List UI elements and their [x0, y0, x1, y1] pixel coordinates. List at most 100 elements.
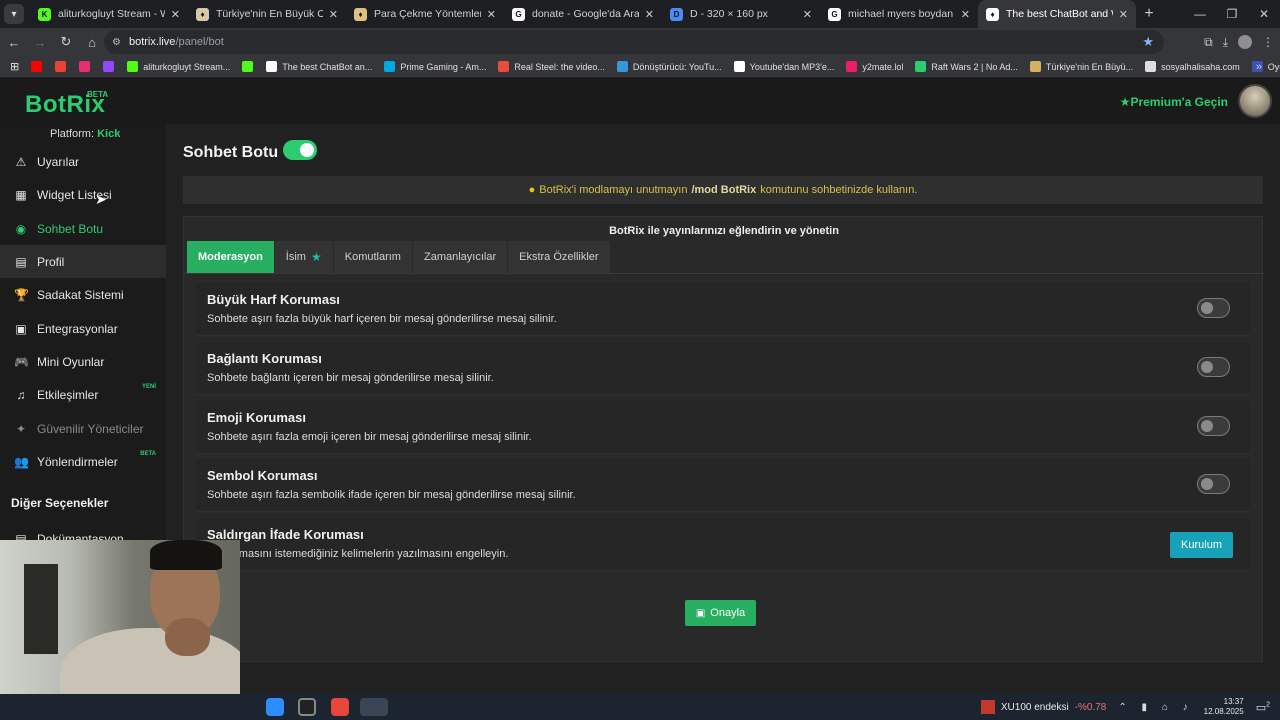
link-protection-toggle[interactable] [1197, 357, 1230, 377]
sidebar-item-redirects[interactable]: 👥 Yönlendirmeler BETA [0, 445, 166, 478]
minimize-button[interactable]: — [1184, 0, 1216, 28]
close-tab-icon[interactable]: ✕ [487, 8, 496, 21]
close-tab-icon[interactable]: ✕ [171, 8, 180, 21]
bookmark-item[interactable]: The best ChatBot an... [266, 61, 372, 72]
close-tab-icon[interactable]: ✕ [803, 8, 812, 21]
menu-icon[interactable]: ⋮ [1262, 35, 1274, 49]
close-window-button[interactable]: ✕ [1248, 0, 1280, 28]
sidebar-item-profile[interactable]: ▤ Profil [0, 245, 166, 278]
sidebar-item-mini-games[interactable]: 🎮 Mini Oyunlar [0, 345, 166, 378]
sidebar-item-loyalty[interactable]: 🏆 Sadakat Sistemi [0, 278, 166, 311]
sidebar-item-trusted-managers[interactable]: ✦ Güvenilir Yöneticiler [0, 412, 166, 445]
emoji-protection-toggle[interactable] [1197, 416, 1230, 436]
stock-name[interactable]: XU100 endeksi [1001, 702, 1069, 713]
mini-games-icon: 🎮 [14, 354, 29, 369]
tab-extra-features[interactable]: Ekstra Özellikler [508, 241, 610, 273]
app-header: BotRix BETA ★Premium'a Geçin [0, 78, 1280, 124]
trusted-managers-icon: ✦ [15, 421, 27, 436]
back-button[interactable]: ← [2, 35, 26, 50]
bookmark-item[interactable]: sosyalhalisaha.com [1145, 61, 1240, 72]
bookmark-label: Raft Wars 2 | No Ad... [931, 61, 1018, 72]
tab-moderation[interactable]: Moderasyon [187, 241, 274, 273]
address-bar[interactable]: ⚙ botrix.live/panel/bot ★ [104, 30, 1164, 54]
more-bookmarks-icon[interactable]: » [1256, 61, 1262, 73]
symbol-protection-toggle[interactable] [1197, 474, 1230, 494]
approve-button[interactable]: ▣ Onayla [685, 600, 756, 626]
link-protection-row: Bağlantı Koruması Sohbete bağlantı içere… [196, 342, 1250, 395]
bookmark-item[interactable]: Youtube'dan MP3'e... [733, 61, 834, 72]
bookmark-item[interactable]: Raft Wars 2 | No Ad... [915, 61, 1018, 72]
notification-icon[interactable]: ▭2 [1256, 701, 1270, 714]
close-tab-icon[interactable]: ✕ [645, 8, 654, 21]
home-icon[interactable]: ⌂ [80, 35, 104, 50]
apps-icon[interactable]: ⊞ [10, 60, 19, 73]
profile-avatar[interactable] [1238, 35, 1252, 49]
bookmark-favicon-icon [266, 61, 278, 72]
row-title: Sembol Koruması [207, 468, 318, 483]
bookmark-item[interactable] [55, 61, 71, 72]
mod-alert: ● BotRix'i modlamayı unutmayın /mod BotR… [183, 176, 1263, 204]
browser-tab[interactable]: Gdonate - Google'da Ara ✕ [504, 0, 662, 28]
bookmark-item[interactable]: Real Steel: the video... [498, 61, 605, 72]
bookmark-item[interactable]: Prime Gaming - Am... [384, 61, 486, 72]
taskbar-chrome-active-icon[interactable] [360, 698, 388, 716]
new-tab-button[interactable]: + [1136, 0, 1162, 28]
close-tab-icon[interactable]: ✕ [1119, 8, 1128, 21]
close-tab-icon[interactable]: ✕ [961, 8, 970, 21]
row-description: Sohbete aşırı fazla emoji içeren bir mes… [207, 431, 532, 443]
bookmark-item[interactable]: Türkiye'nin En Büyü... [1029, 61, 1133, 72]
tab-search-button[interactable]: ▾ [4, 4, 24, 24]
bookmark-favicon-icon [127, 61, 139, 72]
tab-favicon-icon: ♦ [196, 7, 209, 21]
bookmark-label: Oyuncular | Aternos... [1267, 61, 1280, 72]
panel-title: BotRix ile yayınlarınızı eğlendirin ve y… [609, 225, 839, 237]
bookmark-item[interactable]: Dönüştürücü: YouTu... [616, 61, 722, 72]
chat-bot-toggle[interactable] [283, 140, 317, 160]
row-title: Büyük Harf Koruması [207, 292, 340, 307]
offensive-protection-row: Saldırgan İfade Koruması e yazılmasını i… [196, 518, 1250, 571]
bookmark-item[interactable]: aliturkogluyt Stream... [127, 61, 230, 72]
close-tab-icon[interactable]: ✕ [329, 8, 338, 21]
clock[interactable]: 13:37 12.08.2025 [1204, 697, 1244, 717]
tab-commands[interactable]: Komutlarım [333, 241, 412, 273]
bookmark-item[interactable] [103, 61, 119, 72]
window-controls: — ❐ ✕ [1184, 0, 1280, 28]
redirects-icon: 👥 [14, 454, 29, 469]
site-info-icon[interactable]: ⚙ [112, 37, 121, 48]
caps-protection-toggle[interactable] [1197, 298, 1230, 318]
browser-tab[interactable]: Gmichael myers boydan - Googl ✕ [820, 0, 978, 28]
moderation-panel: BotRix ile yayınlarınızı eğlendirin ve y… [183, 216, 1264, 662]
browser-tab[interactable]: Kaliturkogluyt Stream - Watch Li ✕ [30, 0, 188, 28]
sidebar-item-alerts[interactable]: ⚠ Uyarılar [0, 145, 166, 178]
browser-tab[interactable]: ♦ The best ChatBot and Widgets ✕ [978, 0, 1136, 28]
bookmark-star-icon[interactable]: ★ [1142, 34, 1154, 50]
download-icon[interactable]: ⤓ [1223, 35, 1228, 50]
taskbar-app-icon[interactable] [266, 698, 284, 716]
tab-timers[interactable]: Zamanlayıcılar [412, 241, 508, 273]
extensions-icon[interactable]: ⧉ [1204, 35, 1213, 50]
reload-button[interactable]: ↻ [54, 34, 78, 50]
sidebar-item-widget-list[interactable]: ▦ Widget Listesi [0, 178, 166, 211]
sidebar-item-chat-bot[interactable]: ◉ Sohbet Botu [0, 212, 166, 245]
sidebar-badge: BETA [140, 451, 156, 457]
user-avatar[interactable] [1238, 84, 1272, 118]
tray-icons[interactable]: ⌃ ▮ ⌂ ♪ [1118, 702, 1193, 713]
setup-button[interactable]: Kurulum [1170, 532, 1233, 558]
forward-button[interactable]: → [28, 35, 52, 50]
bookmark-item[interactable] [242, 61, 258, 72]
browser-tab[interactable]: ♦ Türkiye'nin En Büyük Oyuncu D ✕ [188, 0, 346, 28]
browser-tab[interactable]: ♦ Para Çekme Yöntemlerim ✕ [346, 0, 504, 28]
bookmark-item[interactable]: y2mate.lol [846, 61, 903, 72]
premium-link[interactable]: ★Premium'a Geçin [1120, 95, 1228, 109]
bookmark-favicon-icon [31, 61, 43, 72]
bookmark-item[interactable] [31, 61, 47, 72]
tab-title: donate - Google'da Ara [532, 8, 639, 20]
taskbar-obs-icon[interactable] [298, 698, 316, 716]
browser-tab[interactable]: D D - 320 × 160 px ✕ [662, 0, 820, 28]
tab-name[interactable]: İsim ★ [274, 241, 333, 273]
sidebar-item-interactions[interactable]: ♫ Etkileşimler YENİ [0, 378, 166, 411]
restore-button[interactable]: ❐ [1216, 0, 1248, 28]
bookmark-item[interactable] [79, 61, 95, 72]
sidebar-item-integrations[interactable]: ▣ Entegrasyonlar [0, 312, 166, 345]
taskbar-chrome-icon[interactable] [331, 698, 349, 716]
